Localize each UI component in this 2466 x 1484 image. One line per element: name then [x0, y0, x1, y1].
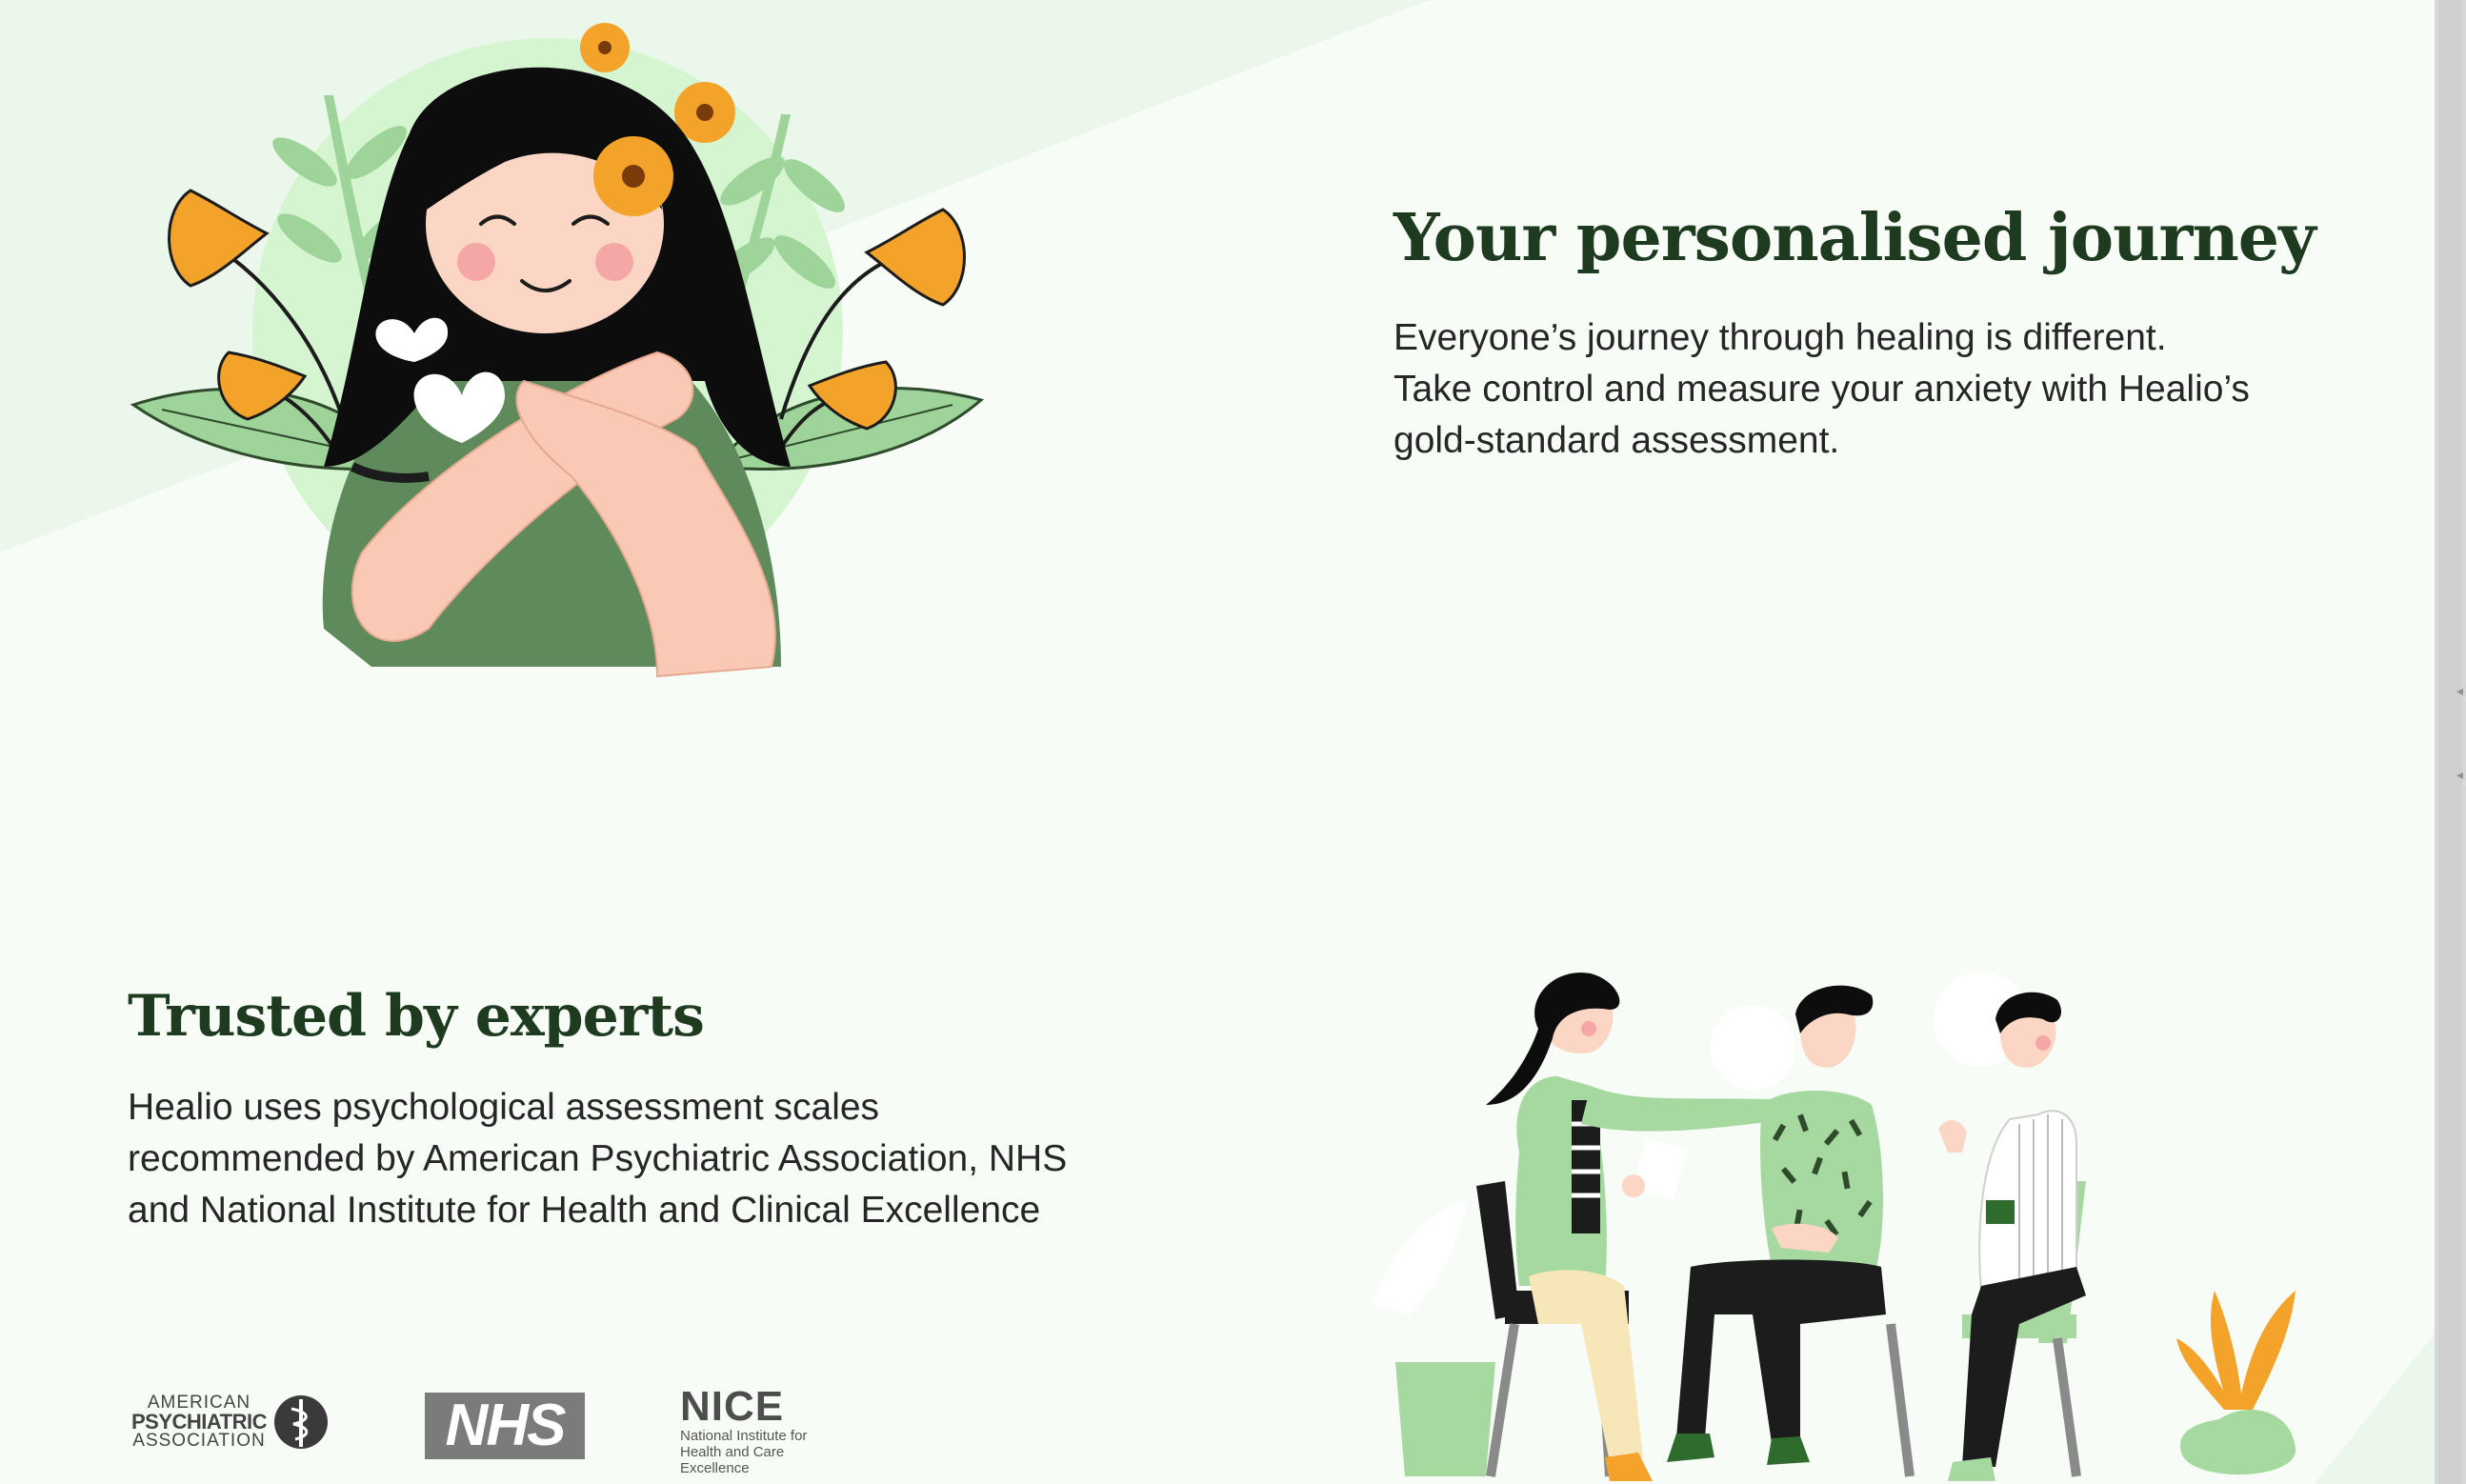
apa-line: ASSOCIATION — [132, 1431, 266, 1451]
experts-line: Healio uses psychological assessment sca… — [128, 1087, 880, 1128]
journey-title: Your personalised journey — [1393, 200, 2316, 276]
page: ◂ ◂ Your personalised journey Everyone’s… — [0, 0, 2466, 1484]
nice-sub-line: National Institute for — [680, 1428, 808, 1444]
journey-line: Take control and measure your anxiety wi… — [1393, 369, 2250, 410]
nice-sub-line: Health and Care Excellence — [680, 1444, 785, 1476]
apa-caduceus-icon — [274, 1395, 328, 1449]
apa-logo-text: AMERICAN PSYCHIATRIC ASSOCIATION — [128, 1394, 271, 1451]
journey-line: gold-standard assessment. — [1393, 420, 1840, 461]
nice-logo-word: NICE — [680, 1383, 785, 1430]
partner-logos: AMERICAN PSYCHIATRIC ASSOCIATION NHS NIC… — [128, 1383, 890, 1477]
nice-logo: NICE National Institute for Health and C… — [680, 1383, 852, 1477]
group-therapy-illustration — [1372, 972, 2296, 1481]
journey-line: Everyone’s journey through healing is di… — [1393, 317, 2167, 358]
journey-description: Everyone’s journey through healing is di… — [1393, 312, 2403, 467]
experts-title: Trusted by experts — [128, 983, 705, 1050]
experts-line: recommended by American Psychiatric Asso… — [128, 1138, 1068, 1179]
woman-hugging-self-illustration — [130, 23, 985, 678]
experts-description: Healio uses psychological assessment sca… — [128, 1082, 1175, 1236]
experts-line: and National Institute for Health and Cl… — [128, 1190, 1041, 1231]
nice-logo-subtitle: National Institute for Health and Care E… — [680, 1428, 852, 1476]
apa-logo: AMERICAN PSYCHIATRIC ASSOCIATION — [128, 1388, 332, 1456]
nhs-logo: NHS — [425, 1393, 585, 1459]
scrollbar-thumb[interactable] — [2438, 0, 2462, 1484]
scroll-down-icon[interactable]: ◂ — [2456, 768, 2466, 781]
scrollbar[interactable] — [2435, 0, 2466, 1484]
scroll-up-icon[interactable]: ◂ — [2456, 684, 2466, 697]
apa-line: PSYCHIATRIC — [131, 1410, 268, 1434]
